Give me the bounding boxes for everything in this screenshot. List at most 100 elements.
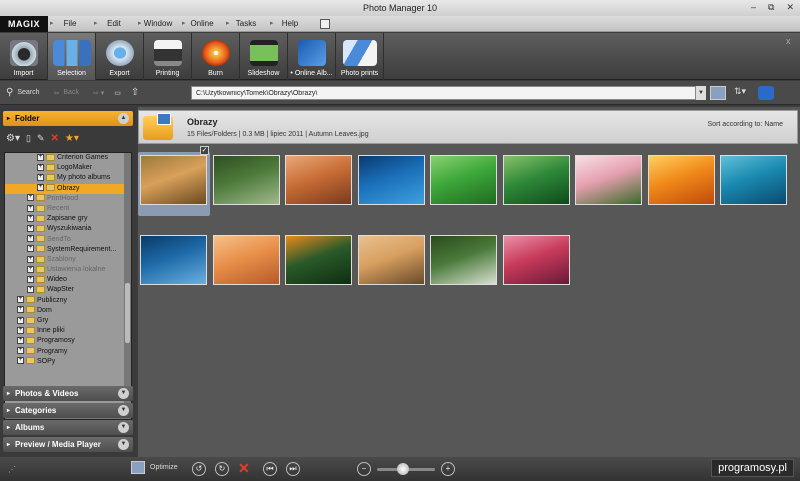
thumbnail-forest[interactable] xyxy=(501,152,573,207)
thumbnail-toco-toucan[interactable] xyxy=(283,232,355,287)
minimize-button[interactable]: – xyxy=(751,2,756,13)
menu-help[interactable]: Help xyxy=(268,19,312,28)
expand-icon[interactable]: + xyxy=(17,337,24,345)
previous-icon[interactable]: ⏮ xyxy=(263,462,277,476)
rotate-right-icon[interactable]: ↻ xyxy=(215,462,229,476)
next-icon[interactable]: ⏭ xyxy=(286,462,300,476)
expand-icon[interactable]: + xyxy=(27,265,34,273)
tree-item[interactable]: + Gry xyxy=(5,316,131,326)
optimize-button[interactable]: Optimize xyxy=(150,464,178,471)
tree-item[interactable]: + SendTo xyxy=(5,235,131,245)
optimize-icon[interactable] xyxy=(131,461,145,474)
up-arrow-icon[interactable]: ⇧ xyxy=(131,87,139,98)
photos-videos-panel-header[interactable]: ▸ Photos & Videos ▼ xyxy=(3,386,133,401)
expand-icon[interactable]: + xyxy=(37,163,44,171)
tree-item[interactable]: + Recent xyxy=(5,204,131,214)
rotate-left-icon[interactable]: ↺ xyxy=(192,462,206,476)
thumbnail-creek[interactable] xyxy=(211,152,283,207)
thumbnail-desert-rocks[interactable] xyxy=(283,152,355,207)
tree-vertical-scrollbar[interactable] xyxy=(124,153,131,419)
checkbox-icon[interactable]: ✓ xyxy=(200,146,209,155)
new-file-icon[interactable]: ▯ xyxy=(26,133,31,144)
thumbnail-oryx-antelope[interactable] xyxy=(211,232,283,287)
drive-icon[interactable]: ▭ xyxy=(114,89,121,97)
tree-item[interactable]: + SOPy xyxy=(5,357,131,367)
tree-item[interactable]: + Obrazy xyxy=(5,183,131,194)
tree-item[interactable]: + Criterion Games xyxy=(5,153,131,163)
expand-icon[interactable]: + xyxy=(27,194,34,202)
forward-arrow-icon[interactable]: ⇨ ▾ xyxy=(93,89,104,97)
categories-panel-header[interactable]: ▸ Categories ▼ xyxy=(3,403,133,418)
online-icon[interactable] xyxy=(758,86,774,100)
burn-button[interactable]: Burn xyxy=(192,33,240,80)
toolbar-close-button[interactable]: x xyxy=(786,33,800,79)
tree-item[interactable]: + Publiczny xyxy=(5,296,131,306)
tree-item[interactable]: + PrintHood xyxy=(5,194,131,204)
menu-tasks[interactable]: Tasks xyxy=(224,19,268,28)
back-arrow-icon[interactable]: ⇦ xyxy=(54,89,60,97)
panel-collapse-button[interactable]: ▲ xyxy=(118,113,129,124)
thumbnail-winter-leaves[interactable] xyxy=(501,232,573,287)
panel-expand-button[interactable]: ▼ xyxy=(118,422,129,433)
photo-prints-button[interactable]: Photo prints xyxy=(336,33,384,80)
online-album-button[interactable]: • Online Alb... xyxy=(288,33,336,80)
path-dropdown-button[interactable]: ▼ xyxy=(695,86,706,100)
tree-item[interactable]: + Inne pliki xyxy=(5,326,131,336)
thumbnail-garden[interactable] xyxy=(646,152,718,207)
delete-icon[interactable]: ✕ xyxy=(238,460,250,477)
preview-media-player-panel-header[interactable]: ▸ Preview / Media Player ▼ xyxy=(3,437,133,452)
thumbnail-dew-leaf[interactable] xyxy=(428,152,500,207)
expand-icon[interactable]: + xyxy=(27,235,34,243)
edit-icon[interactable]: ✎ xyxy=(37,133,45,144)
selection-button[interactable]: Selection xyxy=(48,33,96,80)
search-button[interactable]: Search xyxy=(17,89,39,96)
panel-expand-button[interactable]: ▼ xyxy=(118,405,129,416)
albums-panel-header[interactable]: ▸ Albums ▼ xyxy=(3,420,133,435)
view-mode-icon[interactable] xyxy=(710,86,726,100)
tree-item[interactable]: + Wyszukiwania xyxy=(5,224,131,234)
menu-file[interactable]: File xyxy=(48,19,92,28)
expand-icon[interactable]: + xyxy=(27,224,34,232)
path-input[interactable] xyxy=(191,86,706,100)
back-button[interactable]: Back xyxy=(63,89,79,96)
tree-item[interactable]: + Szablony xyxy=(5,255,131,265)
thumbnail-green-sea-turtle[interactable] xyxy=(718,152,790,207)
sort-icon[interactable]: ⇅▾ xyxy=(734,86,750,100)
expand-icon[interactable]: + xyxy=(37,184,44,192)
expand-icon[interactable]: + xyxy=(27,245,34,253)
export-button[interactable]: Export xyxy=(96,33,144,80)
thumbnail-autumn-leaves[interactable]: ✓ xyxy=(138,146,210,216)
expand-icon[interactable]: + xyxy=(17,347,24,355)
tree-item[interactable]: + Zapisane gry xyxy=(5,214,131,224)
close-button[interactable]: ✕ xyxy=(786,2,794,13)
search-icon[interactable]: ⚲ xyxy=(6,87,13,98)
slideshow-button[interactable]: Slideshow xyxy=(240,33,288,80)
delete-icon[interactable]: ✕ xyxy=(50,133,58,144)
tree-item[interactable]: + WapSter xyxy=(5,285,131,295)
expand-icon[interactable]: + xyxy=(27,204,34,212)
tree-item[interactable]: + Wideo xyxy=(5,275,131,285)
favorite-star-icon[interactable]: ★▾ xyxy=(65,133,79,144)
tree-item[interactable]: + LogoMaker xyxy=(5,163,131,173)
tree-item[interactable]: + Dom xyxy=(5,306,131,316)
expand-icon[interactable]: + xyxy=(27,275,34,283)
import-button[interactable]: Import xyxy=(0,33,48,80)
expand-icon[interactable]: + xyxy=(27,286,34,294)
expand-icon[interactable]: + xyxy=(27,255,34,263)
zoom-in-icon[interactable]: + xyxy=(441,462,455,476)
help-icon[interactable] xyxy=(320,18,331,29)
expand-icon[interactable]: + xyxy=(17,357,24,365)
thumbnail-tree[interactable] xyxy=(356,232,428,287)
tree-item[interactable]: + Programosy xyxy=(5,336,131,346)
expand-icon[interactable]: + xyxy=(37,174,44,182)
panel-expand-button[interactable]: ▼ xyxy=(118,439,129,450)
tree-item[interactable]: + SystemRequirement... xyxy=(5,245,131,255)
zoom-out-icon[interactable]: − xyxy=(357,462,371,476)
thumbnail-dock[interactable] xyxy=(356,152,428,207)
zoom-slider-handle[interactable] xyxy=(397,463,410,475)
tree-item[interactable]: + Programy xyxy=(5,347,131,357)
thumbnail-frangipani[interactable] xyxy=(573,152,645,207)
expand-icon[interactable]: + xyxy=(17,306,24,314)
tree-item[interactable]: + Ustawienia lokalne xyxy=(5,265,131,275)
expand-icon[interactable]: + xyxy=(17,316,24,324)
